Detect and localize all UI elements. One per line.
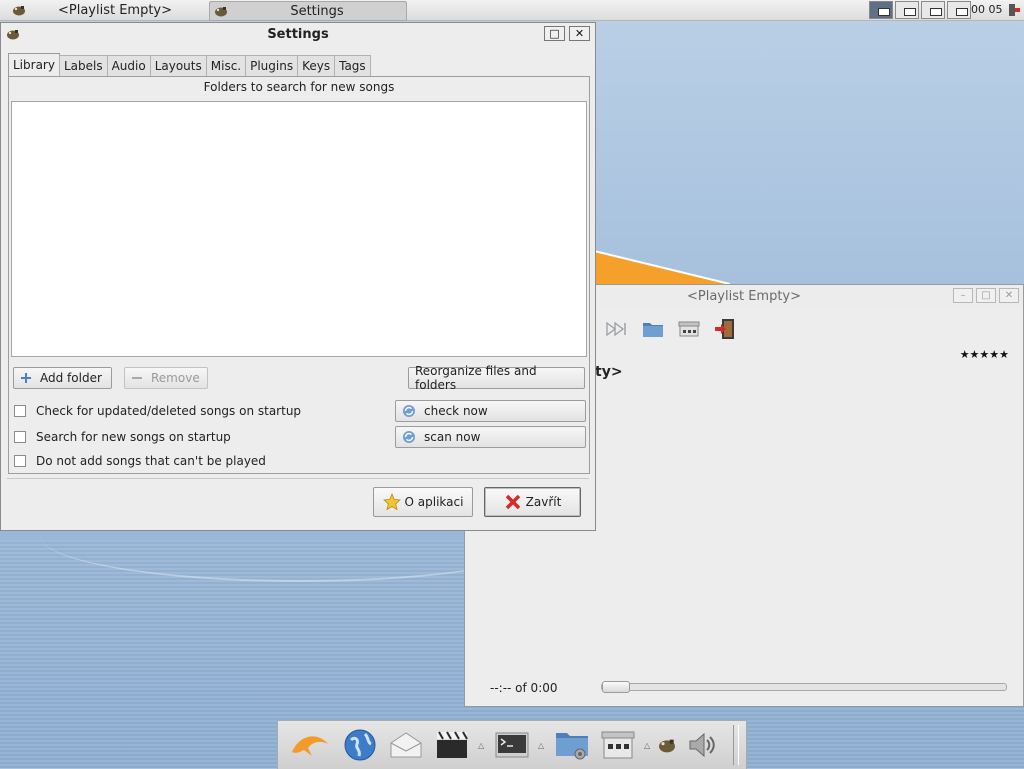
search-startup-checkbox[interactable] (14, 431, 26, 443)
refresh-icon (402, 430, 416, 444)
dock-arrow-icon[interactable]: △ (644, 741, 650, 750)
check-startup-option[interactable]: Check for updated/deleted songs on start… (14, 404, 301, 418)
close-icon (504, 493, 522, 511)
remove-label: Remove (151, 371, 200, 385)
web-browser-icon[interactable] (340, 727, 380, 763)
quit-icon[interactable] (713, 318, 737, 340)
tray-app-icon[interactable] (1007, 3, 1021, 17)
dock-arrow-icon[interactable]: △ (538, 741, 544, 750)
close-button[interactable]: ✕ (569, 26, 590, 41)
library-icon[interactable] (677, 318, 701, 340)
time-label: --:-- of 0:00 (490, 681, 558, 695)
clock[interactable]: 00 05 (971, 3, 1003, 16)
app-icon (214, 5, 228, 17)
dock-arrow-icon[interactable]: △ (478, 741, 484, 750)
window-title: Settings (267, 26, 329, 42)
star-icon (382, 493, 401, 511)
open-folder-icon[interactable] (641, 318, 665, 340)
top-panel: <Playlist Empty> Settings 00 05 (0, 0, 1024, 21)
taskbar-item-label: <Playlist Empty> (57, 2, 173, 18)
add-folder-label: Add folder (40, 371, 102, 385)
minimize-button[interactable]: – (953, 288, 973, 303)
library-panel: Folders to search for new songs Add fold… (8, 76, 590, 474)
search-startup-option[interactable]: Search for new songs on startup (14, 430, 231, 444)
workspace-1[interactable] (869, 1, 893, 19)
about-label: O aplikaci (404, 495, 464, 509)
dock-grip[interactable] (733, 725, 739, 765)
seek-slider[interactable] (601, 681, 1007, 693)
folder-list[interactable] (11, 101, 587, 357)
remove-button[interactable]: Remove (124, 367, 208, 389)
workspace-2[interactable] (895, 1, 919, 19)
terminal-icon[interactable] (492, 727, 532, 763)
divider (7, 478, 589, 479)
taskbar-item-playlist[interactable]: <Playlist Empty> (4, 1, 204, 19)
maximize-button[interactable]: □ (544, 26, 565, 41)
check-startup-label: Check for updated/deleted songs on start… (36, 404, 302, 418)
music-player-icon[interactable] (652, 727, 682, 763)
settings-titlebar[interactable]: Settings □ ✕ (1, 23, 595, 45)
workspace-pager[interactable] (869, 1, 971, 19)
plus-icon (20, 372, 32, 384)
rating-stars[interactable]: ★★★★★ (960, 348, 1009, 361)
rating-stars-label: ★★★★★ (959, 348, 1009, 361)
app-icon (6, 28, 20, 44)
reorganize-label: Reorganize files and folders (415, 364, 537, 392)
refresh-icon (402, 404, 416, 418)
no-unplayable-option[interactable]: Do not add songs that can't be played (14, 454, 266, 468)
package-manager-icon[interactable] (598, 727, 638, 763)
window-title: <Playlist Empty> (686, 288, 802, 304)
close-dialog-label: Zavřít (525, 495, 562, 509)
no-unplayable-label: Do not add songs that can't be played (36, 454, 266, 468)
settings-window: Settings □ ✕ Library Labels Audio Layout… (0, 22, 596, 531)
check-now-label: check now (424, 404, 488, 418)
dock: △ △ △ (277, 720, 747, 769)
no-unplayable-checkbox[interactable] (14, 455, 26, 467)
dolphin-launcher-icon[interactable] (290, 727, 330, 763)
maximize-button[interactable]: □ (976, 288, 996, 303)
playlist-toolbar (605, 318, 737, 340)
folders-header: Folders to search for new songs (203, 80, 395, 94)
search-startup-label: Search for new songs on startup (36, 430, 231, 444)
close-dialog-button[interactable]: Zavřít (484, 487, 581, 517)
file-manager-icon[interactable] (552, 727, 592, 763)
mail-icon[interactable] (386, 727, 426, 763)
about-button[interactable]: O aplikaci (373, 487, 473, 517)
workspace-3[interactable] (921, 1, 945, 19)
scan-now-label: scan now (424, 430, 481, 444)
video-editor-icon[interactable] (432, 727, 472, 763)
next-track-icon[interactable] (605, 318, 629, 340)
app-icon (12, 4, 26, 16)
volume-icon[interactable] (682, 727, 722, 763)
add-folder-button[interactable]: Add folder (13, 367, 112, 389)
minus-icon (131, 372, 143, 384)
reorganize-button[interactable]: Reorganize files and folders (408, 364, 585, 392)
workspace-4[interactable] (947, 1, 971, 19)
close-button[interactable]: ✕ (999, 288, 1019, 303)
taskbar-item-label: Settings (290, 3, 344, 19)
scan-now-button[interactable]: scan now (395, 426, 586, 448)
check-startup-checkbox[interactable] (14, 405, 26, 417)
seek-slider-handle[interactable] (602, 681, 630, 693)
check-now-button[interactable]: check now (395, 400, 586, 422)
taskbar-item-settings[interactable]: Settings (209, 1, 407, 21)
